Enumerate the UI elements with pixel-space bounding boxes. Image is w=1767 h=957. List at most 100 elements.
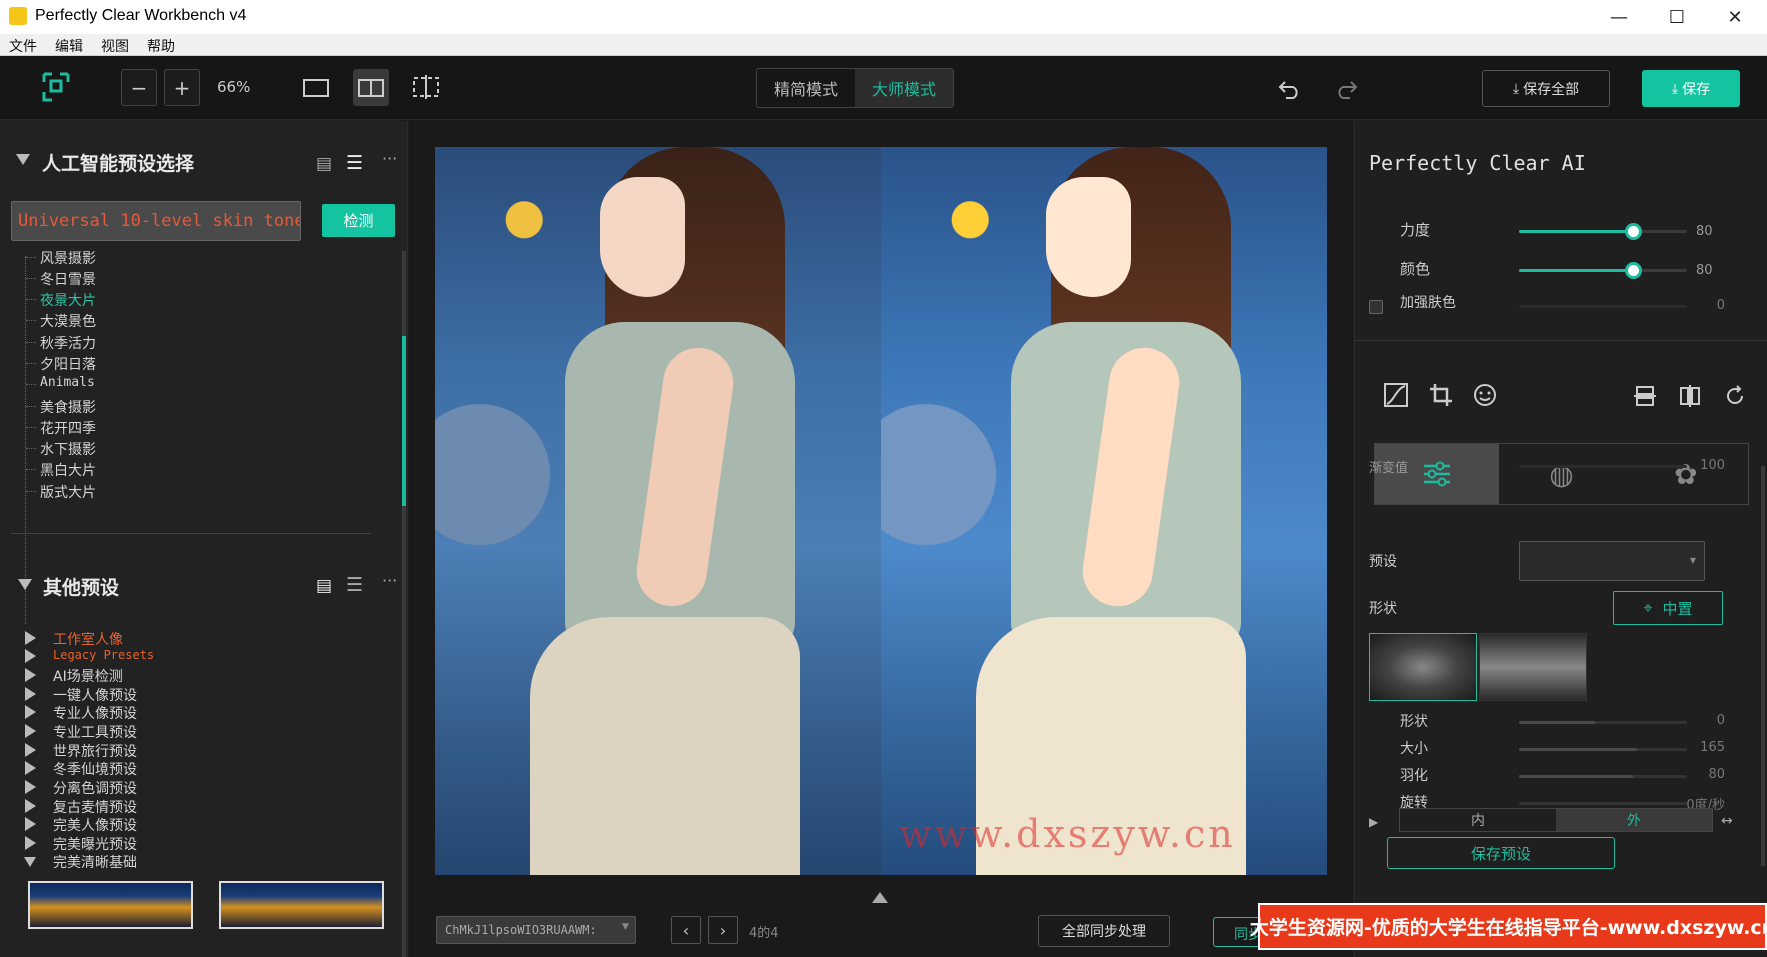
maximize-button[interactable]: ☐ [1648, 0, 1706, 34]
enhance-skin-slider[interactable]: 加强肤色 0 [1355, 292, 1767, 316]
preset-group[interactable]: 一键人像预设 [53, 685, 137, 705]
expand-icon[interactable] [25, 761, 36, 775]
preset-group[interactable]: 工作室人像 [53, 629, 123, 649]
image-canvas[interactable]: www.dxszyw.cn [409, 121, 1353, 957]
menu-help[interactable]: 帮助 [138, 34, 184, 56]
tree-item[interactable]: 美食摄影 [26, 397, 96, 417]
scrollbar-thumb[interactable] [402, 336, 406, 506]
preset-thumbnail[interactable] [28, 881, 193, 929]
zoom-out-button[interactable]: − [121, 69, 157, 106]
more-icon[interactable]: ··· [382, 571, 397, 590]
slider-track[interactable] [1519, 223, 1687, 240]
close-button[interactable]: ✕ [1706, 0, 1764, 34]
minimize-button[interactable]: — [1590, 0, 1648, 34]
rotate-icon[interactable] [1724, 385, 1746, 407]
expand-icon[interactable] [25, 836, 36, 850]
slider-track[interactable] [1519, 748, 1687, 751]
curves-icon[interactable] [1384, 383, 1408, 407]
preset-select[interactable]: ▼ [1519, 541, 1705, 581]
linear-shape-option[interactable] [1479, 633, 1587, 701]
preset-group[interactable]: 完美人像预设 [53, 815, 137, 835]
collapse-caret-icon[interactable] [24, 857, 36, 867]
tree-item[interactable]: 夕阳日落 [26, 354, 96, 374]
color-slider[interactable]: 颜色 80 [1355, 258, 1767, 282]
scrollbar[interactable] [402, 631, 406, 957]
preset-group[interactable]: AI场景检测 [53, 666, 123, 686]
slider-knob[interactable] [1625, 223, 1643, 240]
prev-image-button[interactable]: ‹ [671, 916, 701, 944]
tree-item[interactable]: 水下摄影 [26, 439, 96, 459]
tree-item[interactable]: 大漠景色 [26, 311, 96, 331]
detect-button[interactable]: 检测 [322, 204, 395, 237]
preset-thumbnail[interactable] [219, 881, 384, 929]
preset-group[interactable]: 完美曝光预设 [53, 834, 137, 854]
file-select[interactable]: ChMkJ1lpsoWIO3RUAAWM: [436, 916, 636, 944]
inside-option[interactable]: 内 [1400, 809, 1556, 831]
slider-track[interactable] [1519, 802, 1687, 805]
preset-group[interactable]: 复古麦情预设 [53, 797, 137, 817]
redo-icon[interactable] [1334, 77, 1358, 99]
expand-icon[interactable] [25, 668, 36, 682]
expand-icon[interactable] [25, 705, 36, 719]
ai-preset-input[interactable]: Universal 10-level skin tone [11, 201, 301, 241]
swap-icon[interactable]: ↔ [1721, 813, 1733, 829]
sync-all-button[interactable]: 全部同步处理 [1038, 915, 1170, 947]
mode-simple-tab[interactable]: 精简模式 [757, 69, 855, 107]
expand-icon[interactable] [25, 687, 36, 701]
more-icon[interactable]: ··· [382, 149, 397, 168]
tree-item[interactable]: Animals [26, 375, 95, 390]
preset-group[interactable]: 专业工具预设 [53, 722, 137, 742]
tree-item[interactable]: 黑白大片 [26, 460, 96, 480]
expand-icon[interactable] [25, 799, 36, 813]
zoom-in-button[interactable]: + [164, 69, 200, 106]
next-image-button[interactable]: › [708, 916, 738, 944]
slider-track[interactable] [1519, 465, 1687, 468]
expand-icon[interactable]: ▶ [1369, 815, 1378, 829]
compare-view-icon[interactable] [412, 74, 440, 100]
size-slider[interactable]: 大小 165 [1355, 738, 1767, 762]
tree-item[interactable]: 风景摄影 [26, 248, 96, 268]
expand-icon[interactable] [25, 649, 36, 663]
expand-icon[interactable] [25, 631, 36, 645]
expand-icon[interactable] [25, 817, 36, 831]
mode-master-tab[interactable]: 大师模式 [855, 69, 953, 107]
menu-edit[interactable]: 编辑 [46, 34, 92, 56]
slider-track[interactable] [1519, 305, 1687, 308]
grid-view-icon[interactable]: ▤ [316, 154, 332, 174]
preset-group[interactable]: 世界旅行预设 [53, 741, 137, 761]
menu-view[interactable]: 视图 [92, 34, 138, 56]
face-icon[interactable] [1473, 383, 1497, 407]
tree-item[interactable]: 花开四季 [26, 418, 96, 438]
flip-horizontal-icon[interactable] [1679, 385, 1701, 407]
save-all-button[interactable]: ⤓ 保存全部 [1482, 70, 1610, 107]
gradient-slider[interactable]: 渐变值 100 [1355, 457, 1767, 481]
undo-icon[interactable] [1278, 77, 1302, 99]
radial-shape-option[interactable] [1369, 633, 1477, 701]
preset-group[interactable]: 专业人像预设 [53, 703, 137, 723]
list-view-icon[interactable]: ☰ [346, 152, 363, 174]
preset-group-expanded[interactable]: 完美清晰基础 [53, 852, 137, 872]
tree-item-selected[interactable]: 夜景大片 [26, 290, 96, 310]
slider-track[interactable] [1519, 262, 1687, 279]
preset-group[interactable]: Legacy Presets [53, 648, 154, 662]
center-button[interactable]: ⌖ 中置 [1613, 591, 1723, 625]
single-view-icon[interactable] [303, 78, 329, 98]
split-view-button[interactable] [353, 69, 389, 106]
save-preset-button[interactable]: 保存预设 [1387, 837, 1615, 869]
save-button[interactable]: ⤓ 保存 [1642, 70, 1740, 107]
list-view-icon[interactable]: ☰ [346, 574, 363, 596]
flip-vertical-icon[interactable] [1634, 385, 1656, 407]
slider-knob[interactable] [1625, 262, 1643, 279]
slider-track[interactable] [1519, 721, 1687, 724]
grid-view-icon[interactable]: ▤ [316, 576, 332, 596]
tree-item[interactable]: 版式大片 [26, 482, 96, 502]
collapse-caret-icon[interactable] [16, 154, 30, 165]
expand-icon[interactable] [25, 780, 36, 794]
collapse-caret-icon[interactable] [18, 579, 32, 590]
crop-icon[interactable] [1429, 383, 1453, 407]
expand-icon[interactable] [25, 724, 36, 738]
preset-group[interactable]: 分离色调预设 [53, 778, 137, 798]
tree-item[interactable]: 秋季活力 [26, 333, 96, 353]
feather-slider[interactable]: 羽化 80 [1355, 765, 1767, 789]
shape-slider[interactable]: 形状 0 [1355, 711, 1767, 735]
